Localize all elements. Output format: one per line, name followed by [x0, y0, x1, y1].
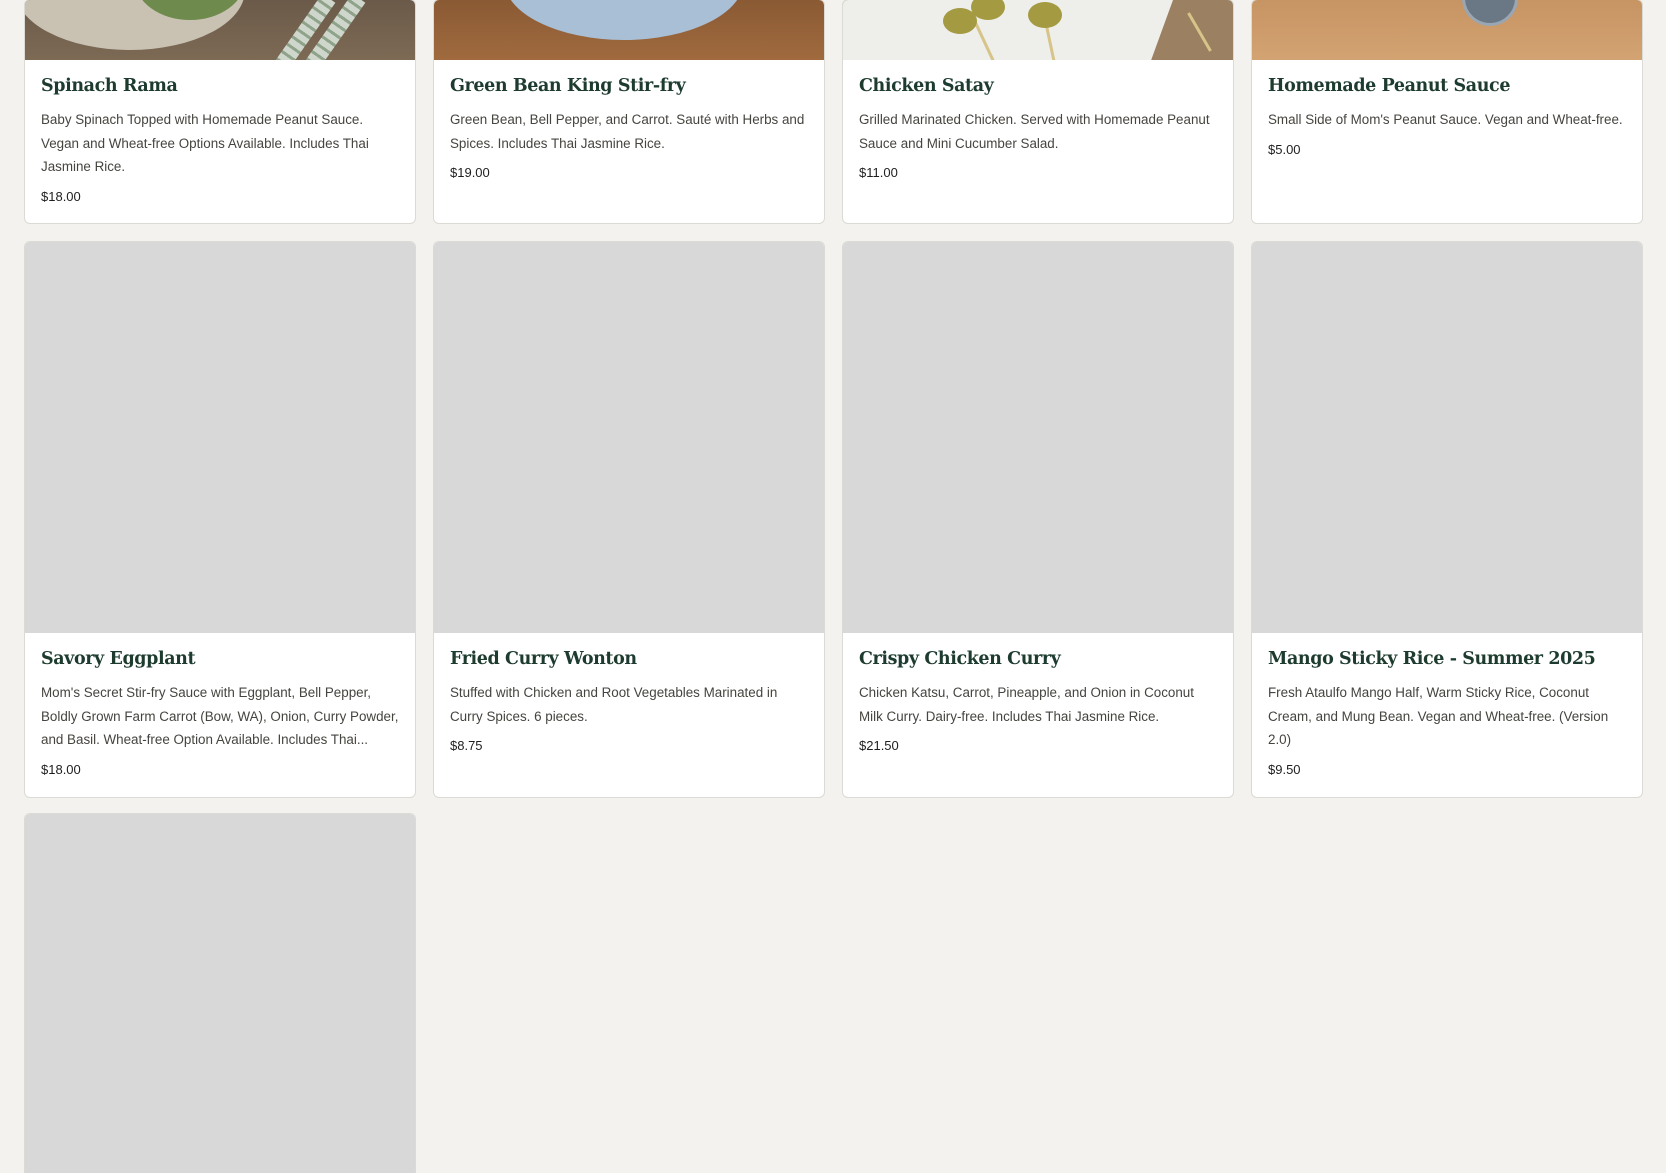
image-placeholder[interactable]: [1252, 242, 1642, 633]
menu-item-card[interactable]: Homemade Peanut Sauce Small Side of Mom'…: [1251, 0, 1643, 224]
dish-description: Green Bean, Bell Pepper, and Carrot. Sau…: [450, 112, 805, 151]
dish-name: Spinach Rama: [41, 76, 178, 96]
dish-price: $8.75: [450, 738, 483, 753]
menu-item-card[interactable]: Mango Sticky Rice - Summer 2025 Fresh At…: [1251, 241, 1643, 798]
dish-description: Mom's Secret Stir-fry Sauce with Eggplan…: [41, 685, 399, 747]
image-placeholder[interactable]: [843, 242, 1233, 633]
menu-row-3: [24, 813, 1642, 1173]
menu-row-1: Spinach Rama Baby Spinach Topped with Ho…: [24, 0, 1643, 224]
dish-name: Green Bean King Stir-fry: [450, 76, 686, 96]
dish-photo[interactable]: [843, 0, 1233, 60]
menu-item-card[interactable]: Crispy Chicken Curry Chicken Katsu, Carr…: [842, 241, 1234, 798]
dish-name: Fried Curry Wonton: [450, 649, 637, 669]
dish-price: $18.00: [41, 188, 81, 204]
menu-item-card[interactable]: [24, 813, 416, 1173]
dish-name: Homemade Peanut Sauce: [1268, 76, 1511, 96]
dish-price: $19.00: [450, 165, 490, 180]
dish-description: Grilled Marinated Chicken. Served with H…: [859, 112, 1210, 151]
dish-price: $5.00: [1268, 141, 1301, 157]
menu-item-card[interactable]: Chicken Satay Grilled Marinated Chicken.…: [842, 0, 1234, 224]
menu-row-2: Savory Eggplant Mom's Secret Stir-fry Sa…: [24, 241, 1643, 798]
dish-description: Baby Spinach Topped with Homemade Peanut…: [41, 112, 369, 174]
dish-description: Stuffed with Chicken and Root Vegetables…: [450, 685, 778, 724]
dish-name: Savory Eggplant: [41, 649, 196, 669]
menu-item-card[interactable]: Fried Curry Wonton Stuffed with Chicken …: [433, 241, 825, 798]
menu-item-card[interactable]: Savory Eggplant Mom's Secret Stir-fry Sa…: [24, 241, 416, 798]
menu-item-card[interactable]: Green Bean King Stir-fry Green Bean, Bel…: [433, 0, 825, 224]
dish-photo[interactable]: [25, 0, 415, 60]
dish-name: Crispy Chicken Curry: [859, 649, 1061, 669]
dish-name: Chicken Satay: [859, 76, 994, 96]
dish-price: $18.00: [41, 761, 81, 777]
dish-price: $11.00: [859, 165, 898, 180]
dish-description: Small Side of Mom's Peanut Sauce. Vegan …: [1268, 112, 1623, 127]
dish-description: Fresh Ataulfo Mango Half, Warm Sticky Ri…: [1268, 685, 1609, 747]
dish-price: $9.50: [1268, 761, 1301, 777]
image-placeholder[interactable]: [25, 242, 415, 633]
image-placeholder[interactable]: [25, 814, 415, 1173]
dish-photo[interactable]: [434, 0, 824, 60]
dish-name: Mango Sticky Rice - Summer 2025: [1268, 649, 1596, 669]
dish-photo[interactable]: [1252, 0, 1642, 60]
dish-description: Chicken Katsu, Carrot, Pineapple, and On…: [859, 685, 1194, 724]
dish-price: $21.50: [859, 738, 899, 753]
image-placeholder[interactable]: [434, 242, 824, 633]
menu-item-card[interactable]: Spinach Rama Baby Spinach Topped with Ho…: [24, 0, 416, 224]
